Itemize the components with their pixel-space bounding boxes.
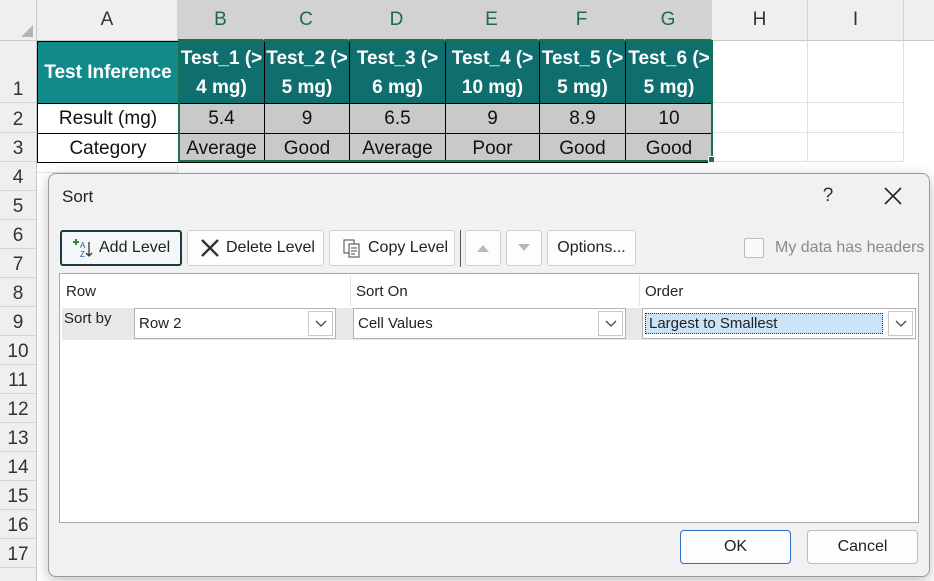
table-cell[interactable]: Good	[625, 133, 713, 163]
row-header-6[interactable]: 6	[0, 220, 37, 249]
row-header-15[interactable]: 15	[0, 481, 37, 510]
cell-i1[interactable]	[808, 41, 904, 103]
sort-on-select-value: Cell Values	[358, 315, 433, 332]
table-cell[interactable]: Average	[349, 133, 446, 163]
table-cell[interactable]: 6.5	[349, 103, 446, 134]
svg-text:Z: Z	[80, 250, 85, 259]
row-select[interactable]: Row 2	[134, 308, 336, 339]
table-header-cell[interactable]: Test_2 (> 5 mg)	[264, 41, 350, 104]
cell-h3[interactable]	[712, 133, 808, 162]
table-row-label[interactable]: Category	[37, 133, 179, 163]
triangle-up-icon	[477, 245, 489, 252]
row-header-17[interactable]: 17	[0, 539, 37, 568]
svg-text:A: A	[80, 241, 86, 250]
column-header-c[interactable]: C	[264, 0, 349, 41]
row-header-4[interactable]: 4	[0, 162, 37, 191]
select-all-corner[interactable]	[0, 0, 37, 41]
column-header-b[interactable]: B	[178, 0, 264, 41]
close-button[interactable]	[877, 181, 909, 211]
table-header-cell[interactable]: Test_3 (> 6 mg)	[349, 41, 446, 104]
column-heading-order: Order	[645, 282, 684, 300]
row-header-8[interactable]: 8	[0, 278, 37, 307]
row-header-3[interactable]: 3	[0, 133, 37, 162]
column-header-j[interactable]	[904, 0, 934, 41]
row-header-12[interactable]: 12	[0, 394, 37, 423]
copy-icon	[342, 238, 362, 258]
table-header-cell[interactable]: Test_6 (> 5 mg)	[625, 41, 713, 104]
triangle-down-icon	[518, 244, 530, 251]
chevron-down-icon[interactable]	[598, 311, 623, 336]
order-select[interactable]: Largest to Smallest	[642, 308, 916, 339]
column-header-a[interactable]: A	[37, 0, 178, 41]
add-level-button[interactable]: A Z Add Level	[60, 230, 182, 266]
cell-h1[interactable]	[712, 41, 808, 103]
sort-levels-list: Row Sort On Order Sort by Row 2 Cell Val…	[59, 273, 919, 523]
column-heading-row: Row	[66, 282, 97, 300]
table-cell[interactable]: 10	[625, 103, 713, 134]
add-level-label: Add Level	[99, 239, 171, 256]
delete-level-label: Delete Level	[226, 239, 315, 256]
close-icon	[884, 187, 902, 205]
options-label: Options...	[557, 239, 626, 256]
row-header-10[interactable]: 10	[0, 336, 37, 365]
cancel-button[interactable]: Cancel	[807, 530, 918, 564]
move-down-button[interactable]	[506, 230, 542, 266]
fill-handle[interactable]	[708, 156, 715, 163]
row-header-5[interactable]: 5	[0, 191, 37, 220]
row-header-11[interactable]: 11	[0, 365, 37, 394]
column-header-g[interactable]: G	[625, 0, 712, 41]
order-select-value: Largest to Smallest	[645, 313, 883, 334]
table-cell[interactable]: Good	[539, 133, 626, 163]
row-header-13[interactable]: 13	[0, 423, 37, 452]
row-header-9[interactable]: 9	[0, 307, 37, 336]
column-header-h[interactable]: H	[712, 0, 808, 41]
table-cell[interactable]: 9	[445, 103, 540, 134]
cell-h2[interactable]	[712, 103, 808, 133]
column-header-f[interactable]: F	[539, 0, 625, 41]
table-cell[interactable]: Poor	[445, 133, 540, 163]
move-up-button[interactable]	[465, 230, 501, 266]
table-header-cell[interactable]: Test_1 (> 4 mg)	[178, 41, 265, 104]
table-header-cell[interactable]: Test Inference	[37, 41, 179, 104]
column-header-i[interactable]: I	[808, 0, 904, 41]
sort-by-label: Sort by	[64, 310, 112, 327]
table-header-cell[interactable]: Test_4 (> 10 mg)	[445, 41, 540, 104]
options-button[interactable]: Options...	[547, 230, 636, 266]
column-header-d[interactable]: D	[349, 0, 445, 41]
cell-i3[interactable]	[808, 133, 904, 162]
column-heading-sort-on: Sort On	[356, 282, 408, 300]
cell-a4[interactable]	[37, 162, 178, 173]
sort-on-select[interactable]: Cell Values	[353, 308, 626, 339]
row-header-7[interactable]: 7	[0, 249, 37, 278]
help-button[interactable]: ?	[815, 183, 841, 209]
headers-checkbox[interactable]	[744, 238, 764, 258]
table-cell[interactable]: 9	[264, 103, 350, 134]
column-header-e[interactable]: E	[445, 0, 539, 41]
row-header-14[interactable]: 14	[0, 452, 37, 481]
row-header-1[interactable]: 1	[0, 41, 37, 103]
table-cell[interactable]: Good	[264, 133, 350, 163]
toolbar-separator	[460, 230, 461, 267]
table-header-cell[interactable]: Test_5 (> 5 mg)	[539, 41, 626, 104]
cell-i2[interactable]	[808, 103, 904, 133]
sort-dialog: Sort ? A Z Add Level Delete Level Copy L…	[48, 173, 930, 577]
table-cell[interactable]: Average	[178, 133, 265, 163]
table-cell[interactable]: 5.4	[178, 103, 265, 134]
chevron-down-icon[interactable]	[888, 311, 913, 336]
row-header-18[interactable]	[0, 568, 37, 581]
sort-az-add-icon: A Z	[71, 237, 93, 259]
ok-button[interactable]: OK	[680, 530, 791, 564]
table-row-label[interactable]: Result (mg)	[37, 103, 179, 134]
delete-level-button[interactable]: Delete Level	[187, 230, 324, 266]
row-header-16[interactable]: 16	[0, 510, 37, 539]
delete-x-icon	[200, 238, 220, 258]
row-select-value: Row 2	[139, 315, 182, 332]
copy-level-button[interactable]: Copy Level	[329, 230, 455, 266]
dialog-title: Sort	[62, 187, 94, 206]
table-cell[interactable]: 8.9	[539, 103, 626, 134]
row-header-2[interactable]: 2	[0, 103, 37, 133]
headers-checkbox-label: My data has headers	[775, 239, 925, 256]
copy-level-label: Copy Level	[368, 239, 449, 256]
chevron-down-icon[interactable]	[308, 311, 333, 336]
